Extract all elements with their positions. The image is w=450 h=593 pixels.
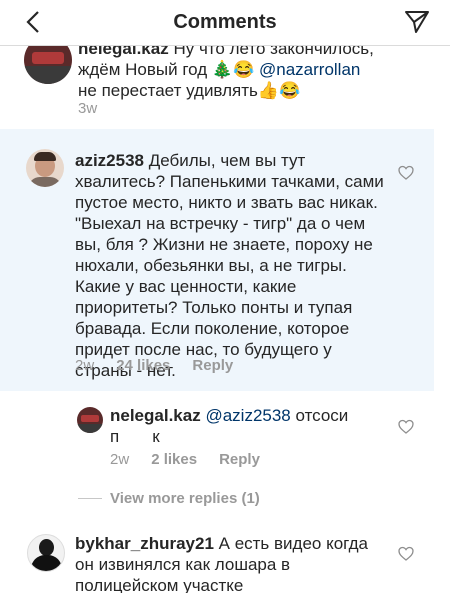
mention-link[interactable]: @aziz2538 (205, 406, 290, 425)
reply-button[interactable]: Reply (219, 451, 260, 468)
reply-comment: nelegal.kaz @aziz2538 отсоси п к 2w 2 like… (0, 391, 450, 471)
view-more-replies[interactable]: View more replies (1) (78, 490, 260, 507)
comment-text: aziz2538 Дебилы, чем вы тут хвалитесь? П… (75, 151, 384, 380)
likes-count[interactable]: 24 likes (116, 357, 170, 374)
timestamp: 2w (75, 357, 95, 374)
emoji: 🎄😂 (211, 60, 255, 79)
header: Comments (0, 0, 450, 46)
comment-text: bykhar_zhuray21 А есть видео когда он из… (75, 534, 368, 593)
timestamp: 2w (110, 451, 130, 468)
page-title: Comments (173, 11, 277, 33)
comment-username[interactable]: nelegal.kaz (78, 46, 169, 58)
heart-icon[interactable] (398, 546, 414, 562)
comment-4: bykhar_zhuray21 А есть видео когда он из… (0, 520, 450, 593)
heart-icon[interactable] (398, 165, 414, 181)
comment-1: nelegal.kaz Ну что лето закончилось, ждё… (0, 46, 450, 124)
likes-count[interactable]: 2 likes (151, 451, 197, 468)
divider (78, 498, 102, 499)
avatar[interactable] (77, 407, 103, 433)
mention-link[interactable]: @nazarrollan (259, 60, 360, 79)
comment-meta: 3w (78, 100, 119, 117)
comment-username[interactable]: aziz2538 (75, 151, 144, 170)
comment-text: nelegal.kaz @aziz2538 отсоси п к (110, 406, 349, 446)
emoji: 👍😂 (257, 81, 301, 100)
reply-button[interactable]: Reply (192, 357, 233, 374)
comment-2: aziz2538 Дебилы, чем вы тут хвалитесь? П… (0, 129, 434, 391)
comment-meta: 2w 24 likes Reply (75, 357, 255, 374)
avatar[interactable] (26, 149, 64, 187)
timestamp: 3w (78, 100, 98, 117)
comment-meta: 2w 2 likes Reply (110, 451, 282, 468)
comment-text: nelegal.kaz Ну что лето закончилось, ждё… (78, 46, 378, 101)
heart-icon[interactable] (398, 419, 414, 435)
comment-username[interactable]: bykhar_zhuray21 (75, 534, 214, 553)
avatar[interactable] (24, 46, 72, 84)
avatar[interactable] (27, 534, 65, 572)
comment-username[interactable]: nelegal.kaz (110, 406, 201, 425)
paper-plane-icon[interactable] (404, 9, 430, 35)
